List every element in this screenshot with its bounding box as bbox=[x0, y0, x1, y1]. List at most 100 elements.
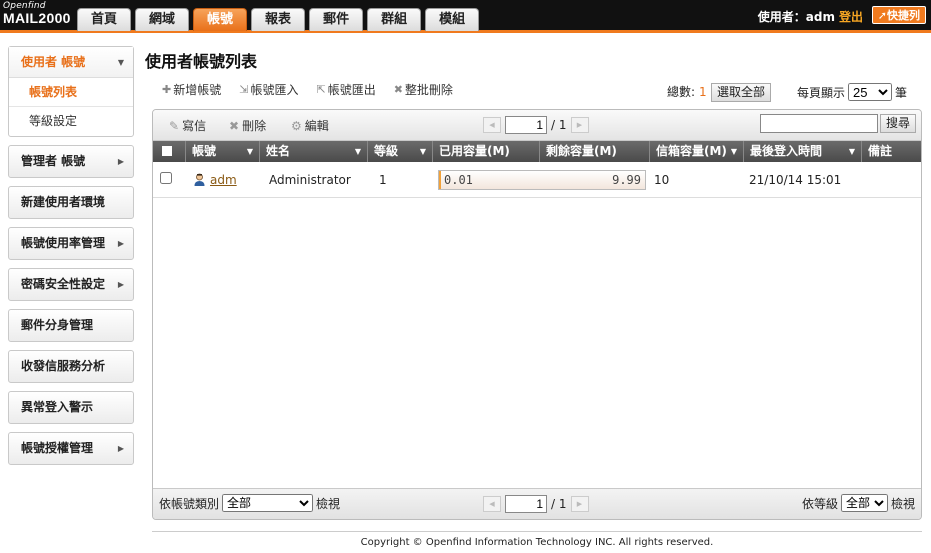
tab-domain[interactable]: 網域 bbox=[135, 8, 190, 31]
col-name-label: 姓名 bbox=[266, 144, 291, 158]
col-last-login[interactable]: 最後登入時間 ▼ bbox=[744, 141, 862, 162]
select-all-button[interactable]: 選取全部 bbox=[711, 83, 772, 102]
quicklink-button[interactable]: ➚快捷列 bbox=[871, 6, 926, 24]
next-page-icon[interactable]: ▶ bbox=[570, 496, 589, 512]
quicklink-arrow-icon: ➚ bbox=[877, 9, 887, 22]
row-checkbox-cell bbox=[153, 172, 186, 187]
sidebar-group-license-management[interactable]: 帳號授權管理 ▶ bbox=[8, 432, 134, 465]
type-filter-select[interactable]: 全部 bbox=[222, 494, 314, 512]
level-filter-select[interactable]: 全部 bbox=[840, 494, 888, 512]
cell-account: adm bbox=[186, 173, 260, 187]
logout-link[interactable]: 登出 bbox=[839, 10, 863, 24]
page-title: 使用者帳號列表 bbox=[145, 52, 258, 71]
batch-delete-label: 整批刪除 bbox=[404, 83, 453, 97]
cell-quota: 10 bbox=[654, 172, 670, 187]
list-toolbar: ✎寫信 ✖刪除 ⚙編輯 ◀ / 1 ▶ 搜尋 bbox=[153, 110, 921, 141]
cell-usage: 0.01 9.99 bbox=[433, 169, 650, 190]
type-filter-label: 依帳號類別 bbox=[159, 496, 220, 511]
list-footer: 依帳號類別 全部 檢視 ◀ / 1 ▶ 依等級 全部 檢視 bbox=[153, 488, 921, 519]
top-bar: Openfind MAIL2000 首頁 網域 帳號 報表 郵件 群組 模組 使… bbox=[0, 0, 931, 33]
sidebar-group-mail-alias[interactable]: 郵件分身管理 bbox=[8, 309, 134, 342]
sort-down-icon: ▼ bbox=[246, 147, 253, 156]
sidebar-group-password-security[interactable]: 密碼安全性設定 ▶ bbox=[8, 268, 134, 301]
sort-down-icon: ▼ bbox=[354, 147, 361, 156]
user-label: 使用者：adm bbox=[757, 10, 835, 24]
sidebar-item-level-settings[interactable]: 等級設定 bbox=[9, 107, 133, 136]
tab-group[interactable]: 群組 bbox=[367, 8, 422, 31]
next-page-icon[interactable]: ▶ bbox=[570, 117, 589, 133]
page-input[interactable] bbox=[505, 495, 547, 513]
sidebar-item-label: 郵件分身管理 bbox=[21, 318, 94, 332]
col-used-label: 已用容量(M) bbox=[439, 144, 510, 158]
sidebar-group-usage-management[interactable]: 帳號使用率管理 ▶ bbox=[8, 227, 134, 260]
sidebar-item-account-list[interactable]: 帳號列表 bbox=[9, 78, 133, 107]
row-checkbox[interactable] bbox=[160, 172, 172, 184]
search-input[interactable] bbox=[759, 114, 878, 133]
sort-down-icon: ▼ bbox=[848, 147, 855, 156]
col-last-login-label: 最後登入時間 bbox=[750, 144, 823, 158]
sidebar-header-user-account[interactable]: 使用者 帳號 ▼ bbox=[9, 47, 133, 78]
type-filter-view[interactable]: 檢視 bbox=[316, 495, 340, 512]
col-remaining[interactable]: 剩餘容量(M) bbox=[540, 141, 650, 162]
col-note: 備註 bbox=[862, 141, 921, 162]
usage-remaining: 9.99 bbox=[612, 172, 641, 187]
main-nav-tabs: 首頁 網域 帳號 報表 郵件 群組 模組 bbox=[77, 8, 480, 31]
per-page-unit: 筆 bbox=[895, 85, 908, 100]
total-label: 總數: bbox=[667, 85, 696, 99]
write-mail-button[interactable]: ✎ 寫信 bbox=[169, 117, 206, 134]
account-actions: ✚ 新增帳號 ⇲ 帳號匯入 ⇱ 帳號匯出 ✖ 整批刪除 bbox=[162, 81, 453, 98]
tab-home[interactable]: 首頁 bbox=[77, 8, 132, 31]
prev-page-icon[interactable]: ◀ bbox=[483, 496, 501, 512]
app-logo[interactable]: Openfind MAIL2000 bbox=[3, 2, 71, 26]
sidebar-group-new-user-env[interactable]: 新建使用者環境 bbox=[8, 186, 134, 219]
tab-mail[interactable]: 郵件 bbox=[309, 8, 364, 31]
prev-page-icon[interactable]: ◀ bbox=[483, 117, 501, 133]
col-used[interactable]: 已用容量(M) bbox=[433, 141, 540, 162]
export-account-button[interactable]: ⇱ 帳號匯出 bbox=[316, 81, 375, 98]
batch-delete-button[interactable]: ✖ 整批刪除 bbox=[394, 81, 453, 98]
account-link[interactable]: adm bbox=[210, 173, 237, 187]
table-header: 帳號 ▼ 姓名 ▼ 等級 ▼ 已用容量(M) 剩餘容量(M) 信箱容量(M) ▼ 最後登… bbox=[153, 141, 921, 162]
tab-account[interactable]: 帳號 bbox=[193, 8, 248, 31]
gear-icon: ⚙ bbox=[291, 118, 302, 133]
col-account[interactable]: 帳號 ▼ bbox=[186, 141, 260, 162]
level-filter-label: 依等級 bbox=[801, 496, 838, 511]
delete-button[interactable]: ✖ 刪除 bbox=[229, 117, 266, 134]
export-account-label: 帳號匯出 bbox=[327, 83, 376, 97]
sidebar: 使用者 帳號 ▼ 帳號列表 等級設定 管理者 帳號 ▶ 新建使用者環境 帳號使用率… bbox=[8, 46, 134, 473]
col-level[interactable]: 等級 ▼ bbox=[368, 141, 433, 162]
sidebar-group-abnormal-login[interactable]: 異常登入警示 bbox=[8, 391, 134, 424]
chevron-right-icon: ▶ bbox=[117, 444, 124, 453]
col-name[interactable]: 姓名 ▼ bbox=[260, 141, 368, 162]
total-value: 1 bbox=[699, 85, 707, 99]
level-filter-view[interactable]: 檢視 bbox=[891, 495, 915, 512]
page-input[interactable] bbox=[505, 116, 547, 134]
search-box: 搜尋 bbox=[759, 114, 916, 133]
sidebar-group-mail-service-analysis[interactable]: 收發信服務分析 bbox=[8, 350, 134, 383]
sidebar-group-user-account: 使用者 帳號 ▼ 帳號列表 等級設定 bbox=[8, 46, 134, 137]
page-total: / 1 bbox=[551, 497, 567, 511]
edit-button[interactable]: ⚙ 編輯 bbox=[291, 117, 329, 134]
tab-module[interactable]: 模組 bbox=[425, 8, 480, 31]
sidebar-item-label: 密碼安全性設定 bbox=[21, 277, 106, 291]
sidebar-group-admin-account[interactable]: 管理者 帳號 ▶ bbox=[8, 145, 134, 178]
sidebar-item-label: 管理者 帳號 bbox=[21, 154, 86, 168]
search-button[interactable]: 搜尋 bbox=[879, 114, 916, 133]
chevron-down-icon: ▼ bbox=[117, 58, 124, 67]
tab-report[interactable]: 報表 bbox=[251, 8, 306, 31]
select-all-checkbox[interactable] bbox=[153, 141, 186, 162]
delete-icon: ✖ bbox=[229, 118, 240, 133]
import-account-button[interactable]: ⇲ 帳號匯入 bbox=[239, 81, 298, 98]
logo-line2: MAIL2000 bbox=[3, 10, 71, 26]
usage-bar: 0.01 9.99 bbox=[438, 169, 646, 190]
sort-down-icon: ▼ bbox=[419, 147, 426, 156]
user-icon bbox=[194, 173, 205, 186]
per-page-select[interactable]: 25 bbox=[848, 83, 893, 101]
sidebar-item-label: 新建使用者環境 bbox=[21, 195, 106, 209]
col-quota[interactable]: 信箱容量(M) ▼ bbox=[650, 141, 744, 162]
delete-label: 刪除 bbox=[242, 119, 267, 133]
import-icon: ⇲ bbox=[239, 83, 249, 96]
chevron-right-icon: ▶ bbox=[117, 239, 124, 248]
add-account-button[interactable]: ✚ 新增帳號 bbox=[162, 81, 221, 98]
quicklink-label: 快捷列 bbox=[887, 9, 920, 22]
